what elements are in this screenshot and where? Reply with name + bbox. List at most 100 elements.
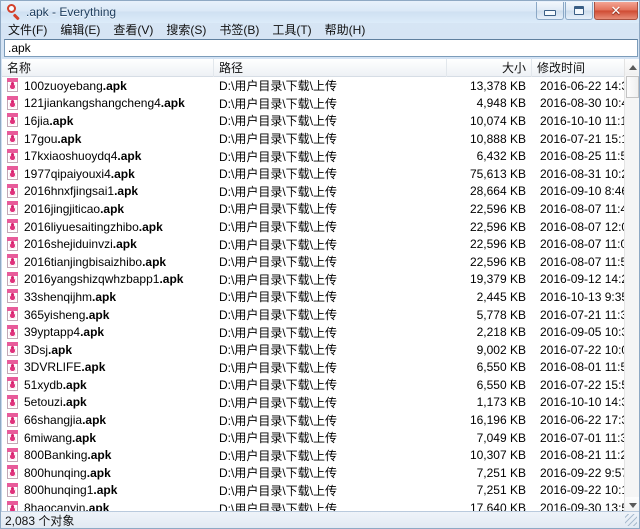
cell-name[interactable]: 100zuoyebang.apk	[2, 78, 214, 93]
apk-file-icon	[6, 412, 19, 428]
table-row[interactable]: 2016tianjingbisaizhibo.apk D:\用户目录\下载\上传 2…	[2, 253, 624, 271]
table-row[interactable]: 2016shejiduinvzi.apk D:\用户目录\下载\上传 22,596 …	[2, 235, 624, 253]
vertical-scrollbar[interactable]	[624, 59, 639, 513]
apk-file-icon	[6, 254, 19, 269]
menu-item-search[interactable]: 搜索(S)	[159, 23, 212, 37]
file-name-extension: .apk	[48, 342, 73, 357]
cell-name[interactable]: 51xydb.apk	[2, 377, 214, 392]
cell-name[interactable]: 800hunqing1.apk	[2, 482, 214, 498]
cell-name[interactable]: 2016hnxfjingsai1.apk	[2, 183, 214, 199]
table-row[interactable]: 39yptapp4.apk D:\用户目录\下载\上传 2,218 KB 2016-0…	[2, 323, 624, 341]
file-name-base: 2016yangshizqwhzbapp1	[24, 272, 160, 287]
cell-name[interactable]: 6miwang.apk	[2, 430, 214, 445]
column-header-name[interactable]: 名称	[2, 59, 214, 77]
table-row[interactable]: 5etouzi.apk D:\用户目录\下载\上传 1,173 KB 2016-10-…	[2, 394, 624, 412]
cell-name[interactable]: 1977qipaiyouxi4.apk	[2, 166, 214, 181]
title-bar[interactable]: .apk - Everything ✕	[1, 1, 639, 23]
cell-path: D:\用户目录\下载\上传	[219, 220, 338, 235]
table-row[interactable]: 2016jingjiticao.apk D:\用户目录\下载\上传 22,596 K…	[2, 200, 624, 218]
cell-date-modified: 2016-08-21 11:29	[540, 448, 624, 463]
cell-name[interactable]: 5etouzi.apk	[2, 394, 214, 410]
search-input[interactable]	[5, 40, 637, 56]
minimize-button[interactable]	[536, 2, 564, 20]
cell-date-modified: 2016-08-31 10:25	[540, 166, 624, 181]
cell-name[interactable]: 17kxiaoshuoydq4.apk	[2, 148, 214, 164]
apk-file-icon	[6, 131, 19, 146]
cell-name[interactable]: 2016tianjingbisaizhibo.apk	[2, 254, 214, 269]
table-row[interactable]: 800Banking.apk D:\用户目录\下载\上传 10,307 KB 2016…	[2, 446, 624, 464]
file-name-base: 51xydb	[24, 377, 63, 392]
cell-name[interactable]: 66shangjia.apk	[2, 412, 214, 428]
apk-file-icon	[6, 289, 19, 304]
table-row[interactable]: 100zuoyebang.apk D:\用户目录\下载\上传 13,378 KB 20…	[2, 77, 624, 95]
maximize-button[interactable]	[565, 2, 593, 20]
table-row[interactable]: 2016liyuesaitingzhibo.apk D:\用户目录\下载\上传 22…	[2, 218, 624, 236]
menu-item-file[interactable]: 文件(F)	[1, 23, 53, 37]
table-row[interactable]: 2016hnxfjingsai1.apk D:\用户目录\下载\上传 28,664 …	[2, 183, 624, 201]
file-name: 17kxiaoshuoydq4.apk	[24, 149, 141, 163]
search-box[interactable]	[4, 39, 638, 57]
cell-size: 6,550 KB	[476, 360, 526, 375]
cell-name[interactable]: 2016jingjiticao.apk	[2, 201, 214, 216]
table-row[interactable]: 800hunqing1.apk D:\用户目录\下载\上传 7,251 KB 2016…	[2, 482, 624, 500]
cell-size: 22,596 KB	[469, 254, 526, 269]
scroll-up-button[interactable]	[625, 59, 639, 75]
menu-item-edit[interactable]: 编辑(E)	[53, 23, 106, 37]
cell-size: 6,432 KB	[476, 149, 526, 164]
cell-name[interactable]: 39yptapp4.apk	[2, 324, 214, 340]
table-row[interactable]: 17gou.apk D:\用户目录\下载\上传 10,888 KB 2016-07-2…	[2, 130, 624, 148]
cell-name[interactable]: 16jia.apk	[2, 113, 214, 128]
table-row[interactable]: 33shenqijhm.apk D:\用户目录\下载\上传 2,445 KB 2016…	[2, 288, 624, 306]
table-row[interactable]: 17kxiaoshuoydq4.apk D:\用户目录\下载\上传 6,432 KB…	[2, 147, 624, 165]
cell-name[interactable]: 2016shejiduinvzi.apk	[2, 236, 214, 252]
table-row[interactable]: 66shangjia.apk D:\用户目录\下载\上传 16,196 KB 2016…	[2, 411, 624, 429]
cell-name[interactable]: 2016liyuesaitingzhibo.apk	[2, 219, 214, 234]
scrollbar-track[interactable]	[625, 75, 639, 497]
cell-size: 13,378 KB	[469, 78, 526, 93]
table-row[interactable]: 365yisheng.apk D:\用户目录\下载\上传 5,778 KB 2016-…	[2, 306, 624, 324]
cell-name[interactable]: 800Banking.apk	[2, 447, 214, 463]
column-header-size[interactable]: 大小	[447, 59, 532, 77]
apk-file-icon	[6, 271, 19, 287]
table-row[interactable]: 1977qipaiyouxi4.apk D:\用户目录\下载\上传 75,613 K…	[2, 165, 624, 183]
cell-name[interactable]: 3DVRLIFE.apk	[2, 359, 214, 375]
menu-item-bookmarks[interactable]: 书签(B)	[212, 23, 265, 37]
cell-name[interactable]: 3Dsj.apk	[2, 342, 214, 357]
table-row[interactable]: 2016yangshizqwhzbapp1.apk D:\用户目录\下载\上传 19…	[2, 271, 624, 289]
column-header-path[interactable]: 路径	[214, 59, 447, 77]
menu-item-tools[interactable]: 工具(T)	[265, 23, 317, 37]
cell-name[interactable]: 121jiankangshangcheng4.apk	[2, 95, 214, 111]
cell-name[interactable]: 33shenqijhm.apk	[2, 289, 214, 304]
table-row[interactable]: 3Dsj.apk D:\用户目录\下载\上传 9,002 KB 2016-07-22 …	[2, 341, 624, 359]
cell-date-modified: 2016-07-22 10:00	[540, 342, 624, 357]
cell-date-modified: 2016-10-13 9:35	[540, 289, 624, 304]
menu-item-help[interactable]: 帮助(H)	[318, 23, 372, 37]
resize-grip-icon[interactable]	[625, 514, 637, 526]
cell-name[interactable]: 800hunqing.apk	[2, 465, 214, 480]
column-header-date[interactable]: 修改时间	[532, 59, 639, 77]
cell-path: D:\用户目录\下载\上传	[219, 79, 338, 94]
table-row[interactable]: 6miwang.apk D:\用户目录\下载\上传 7,049 KB 2016-07-…	[2, 429, 624, 447]
close-button[interactable]: ✕	[594, 2, 638, 20]
cell-name[interactable]: 17gou.apk	[2, 131, 214, 146]
table-row[interactable]: 16jia.apk D:\用户目录\下载\上传 10,074 KB 2016-10-1…	[2, 112, 624, 130]
file-name: 100zuoyebang.apk	[24, 79, 127, 93]
file-name: 16jia.apk	[24, 114, 73, 128]
cell-path: D:\用户目录\下载\上传	[219, 466, 338, 481]
table-row[interactable]: 3DVRLIFE.apk D:\用户目录\下载\上传 6,550 KB 2016-08…	[2, 359, 624, 377]
menu-item-view[interactable]: 查看(V)	[106, 23, 159, 37]
file-name: 51xydb.apk	[24, 378, 87, 392]
file-name-base: 2016liyuesaitingzhibo	[24, 219, 139, 234]
cell-name[interactable]: 2016yangshizqwhzbapp1.apk	[2, 271, 214, 287]
file-name: 17gou.apk	[24, 132, 81, 146]
scrollbar-thumb[interactable]	[626, 76, 639, 98]
apk-file-icon	[6, 359, 19, 375]
results-list[interactable]: 100zuoyebang.apk D:\用户目录\下载\上传 13,378 KB 20…	[2, 77, 624, 513]
file-name: 121jiankangshangcheng4.apk	[24, 96, 185, 110]
table-row[interactable]: 51xydb.apk D:\用户目录\下载\上传 6,550 KB 2016-07-2…	[2, 376, 624, 394]
table-row[interactable]: 121jiankangshangcheng4.apk D:\用户目录\下载\上传 4…	[2, 95, 624, 113]
cell-name[interactable]: 365yisheng.apk	[2, 307, 214, 322]
status-bar: 2,083 个对象	[1, 511, 639, 528]
table-row[interactable]: 800hunqing.apk D:\用户目录\下载\上传 7,251 KB 2016-…	[2, 464, 624, 482]
cell-path: D:\用户目录\下载\上传	[219, 308, 338, 323]
